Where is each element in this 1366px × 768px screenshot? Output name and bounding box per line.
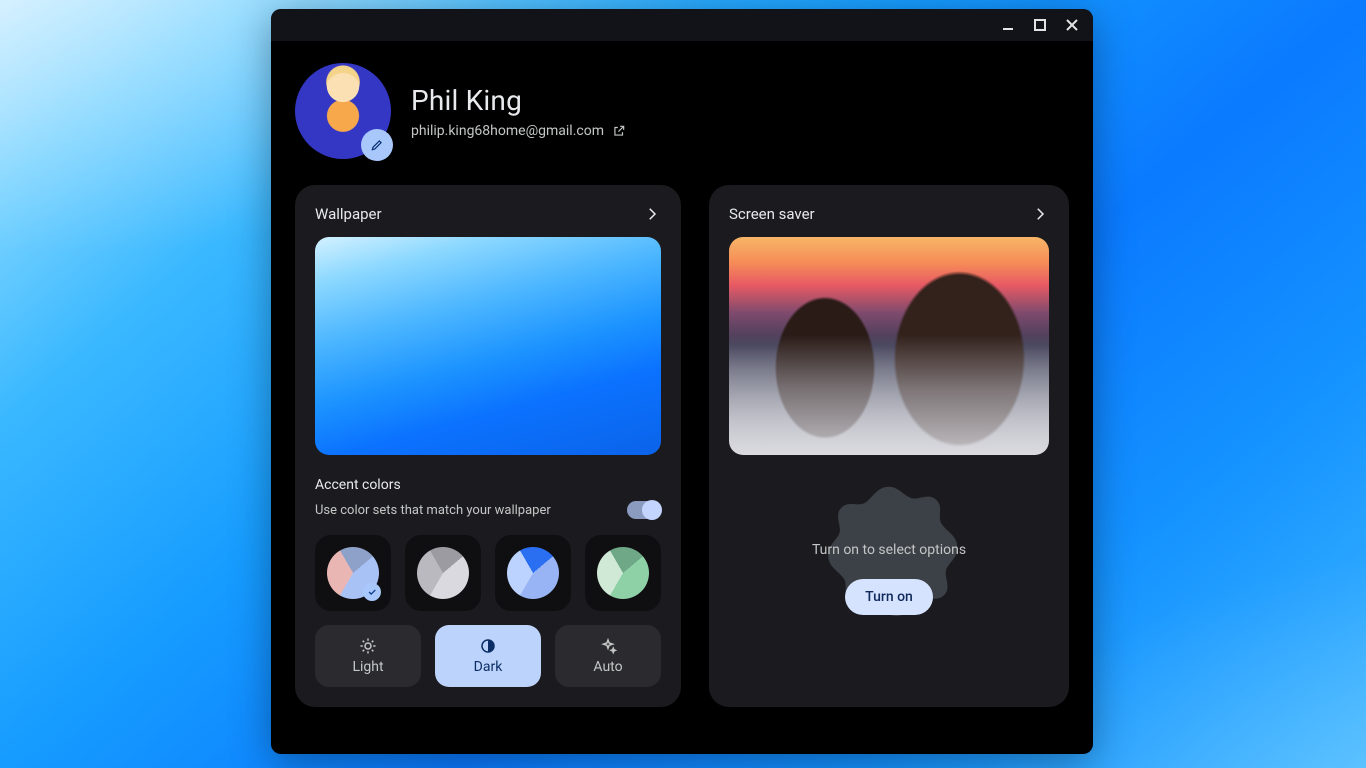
wallpaper-card: Wallpaper Accent colors Use color sets t… bbox=[295, 185, 681, 707]
theme-row: Light Dark Auto bbox=[315, 625, 661, 687]
profile-name: Phil King bbox=[411, 84, 626, 117]
edit-avatar-button[interactable] bbox=[361, 129, 393, 161]
accent-pie-icon bbox=[417, 547, 469, 599]
screensaver-preview[interactable] bbox=[729, 237, 1049, 455]
minimize-icon bbox=[1001, 18, 1015, 32]
theme-light-label: Light bbox=[352, 659, 383, 675]
accent-desc: Use color sets that match your wallpaper bbox=[315, 503, 551, 518]
accent-swatch-3[interactable] bbox=[585, 535, 661, 611]
wallpaper-preview[interactable] bbox=[315, 237, 661, 455]
accent-swatch-0[interactable] bbox=[315, 535, 391, 611]
close-icon bbox=[1065, 18, 1079, 32]
accent-pie-icon bbox=[507, 547, 559, 599]
theme-dark-label: Dark bbox=[474, 659, 503, 675]
minimize-button[interactable] bbox=[1001, 18, 1015, 32]
wallpaper-title: Wallpaper bbox=[315, 205, 382, 223]
screensaver-scallop: Turn on to select options Turn on bbox=[794, 483, 984, 673]
accent-pie-icon bbox=[597, 547, 649, 599]
screensaver-prompt-text: Turn on to select options bbox=[812, 541, 966, 561]
toggle-knob bbox=[642, 500, 662, 520]
accent-toggle[interactable] bbox=[627, 501, 661, 519]
accent-toggle-row: Use color sets that match your wallpaper bbox=[315, 501, 661, 519]
profile-email: philip.king68home@gmail.com bbox=[411, 123, 604, 139]
sun-icon bbox=[359, 637, 377, 655]
close-button[interactable] bbox=[1065, 18, 1079, 32]
selected-check-icon bbox=[363, 583, 381, 601]
theme-auto-button[interactable]: Auto bbox=[555, 625, 661, 687]
screensaver-card: Screen saver Turn on to select options T… bbox=[709, 185, 1069, 707]
theme-light-button[interactable]: Light bbox=[315, 625, 421, 687]
screensaver-prompt-area: Turn on to select options Turn on bbox=[729, 483, 1049, 673]
sparkle-icon bbox=[599, 637, 617, 655]
accent-colors-title: Accent colors bbox=[315, 477, 661, 493]
profile-text: Phil King philip.king68home@gmail.com bbox=[411, 84, 626, 139]
panels: Wallpaper Accent colors Use color sets t… bbox=[271, 185, 1093, 707]
open-external-icon bbox=[612, 124, 626, 138]
chevron-right-icon bbox=[1031, 205, 1049, 223]
maximize-icon bbox=[1033, 18, 1047, 32]
screensaver-turn-on-button[interactable]: Turn on bbox=[845, 579, 933, 615]
pencil-icon bbox=[370, 138, 384, 152]
personalization-window: Phil King philip.king68home@gmail.com Wa… bbox=[271, 9, 1093, 754]
avatar-wrap bbox=[295, 63, 391, 159]
chevron-right-icon bbox=[643, 205, 661, 223]
theme-auto-label: Auto bbox=[593, 659, 622, 675]
accent-swatch-1[interactable] bbox=[405, 535, 481, 611]
half-moon-icon bbox=[479, 637, 497, 655]
theme-dark-button[interactable]: Dark bbox=[435, 625, 541, 687]
titlebar bbox=[271, 9, 1093, 41]
profile-header: Phil King philip.king68home@gmail.com bbox=[271, 41, 1093, 185]
wallpaper-header[interactable]: Wallpaper bbox=[315, 205, 661, 223]
turn-on-label: Turn on bbox=[865, 589, 913, 605]
maximize-button[interactable] bbox=[1033, 18, 1047, 32]
accent-swatch-2[interactable] bbox=[495, 535, 571, 611]
screensaver-header[interactable]: Screen saver bbox=[729, 205, 1049, 223]
profile-email-row[interactable]: philip.king68home@gmail.com bbox=[411, 123, 626, 139]
accent-swatches bbox=[315, 535, 661, 611]
screensaver-title: Screen saver bbox=[729, 205, 815, 223]
